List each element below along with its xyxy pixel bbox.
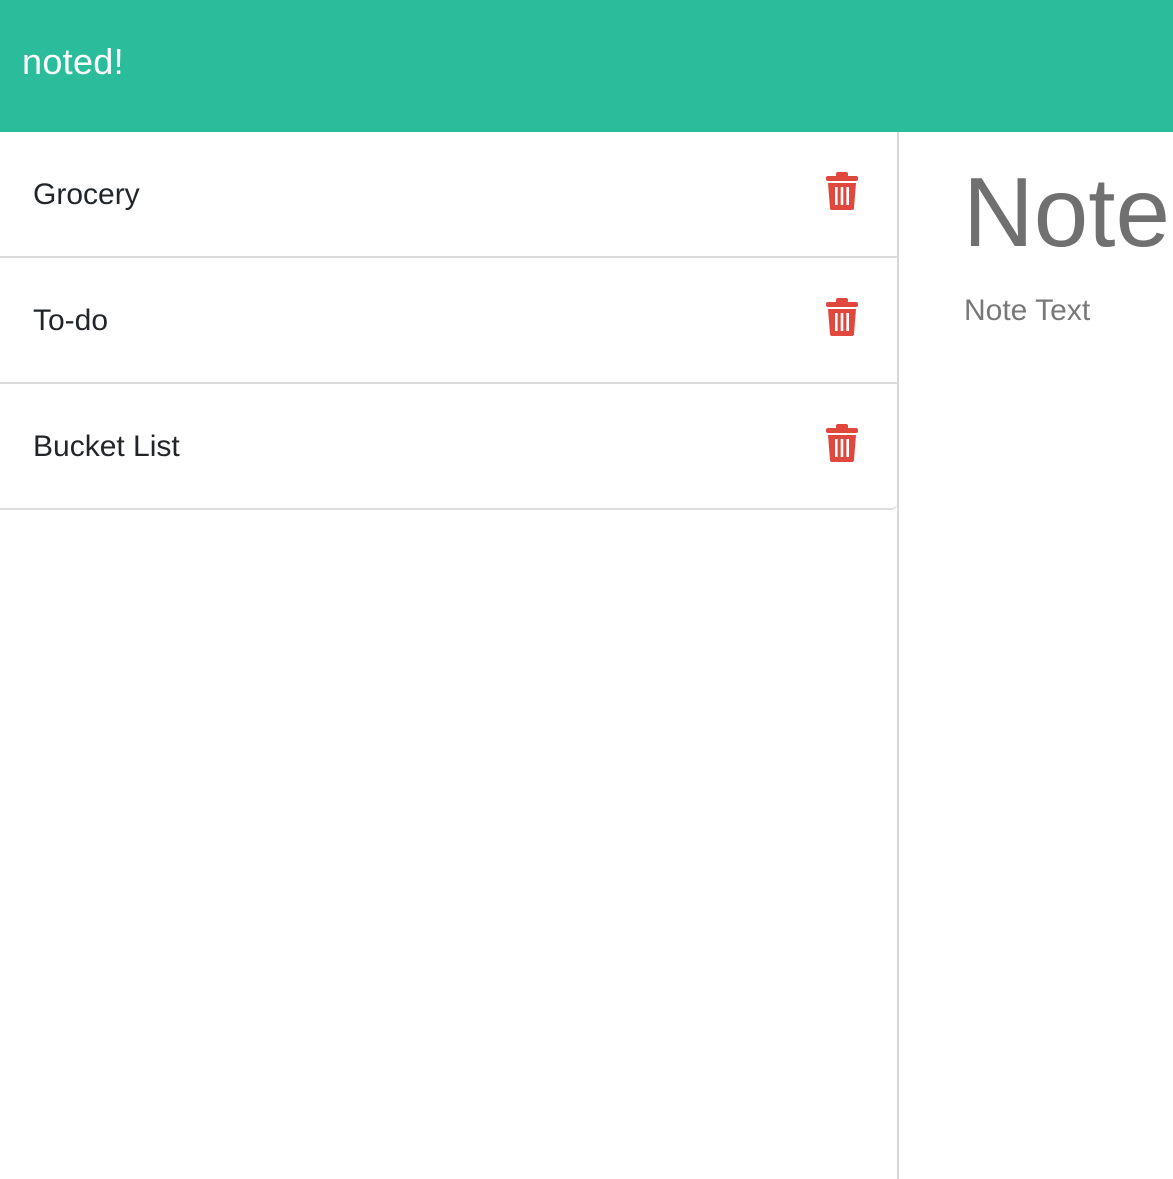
list-item[interactable]: Grocery bbox=[0, 132, 897, 258]
note-list: Grocery To-do Bucket List bbox=[0, 132, 897, 510]
navbar: noted! bbox=[0, 0, 1173, 132]
list-item[interactable]: To-do bbox=[0, 258, 897, 384]
note-title: To-do bbox=[33, 304, 109, 337]
note-title: Grocery bbox=[33, 178, 140, 211]
note-list-panel: Grocery To-do Bucket List bbox=[0, 132, 899, 1179]
trash-icon[interactable] bbox=[825, 424, 859, 462]
note-editor bbox=[901, 132, 1173, 1179]
brand-logo[interactable]: noted! bbox=[22, 40, 124, 84]
note-title: Bucket List bbox=[33, 430, 180, 463]
trash-icon[interactable] bbox=[825, 172, 859, 210]
list-item[interactable]: Bucket List bbox=[0, 384, 897, 510]
trash-icon[interactable] bbox=[825, 298, 859, 336]
note-text-input[interactable] bbox=[964, 292, 1169, 592]
note-title-input[interactable] bbox=[963, 154, 1173, 270]
